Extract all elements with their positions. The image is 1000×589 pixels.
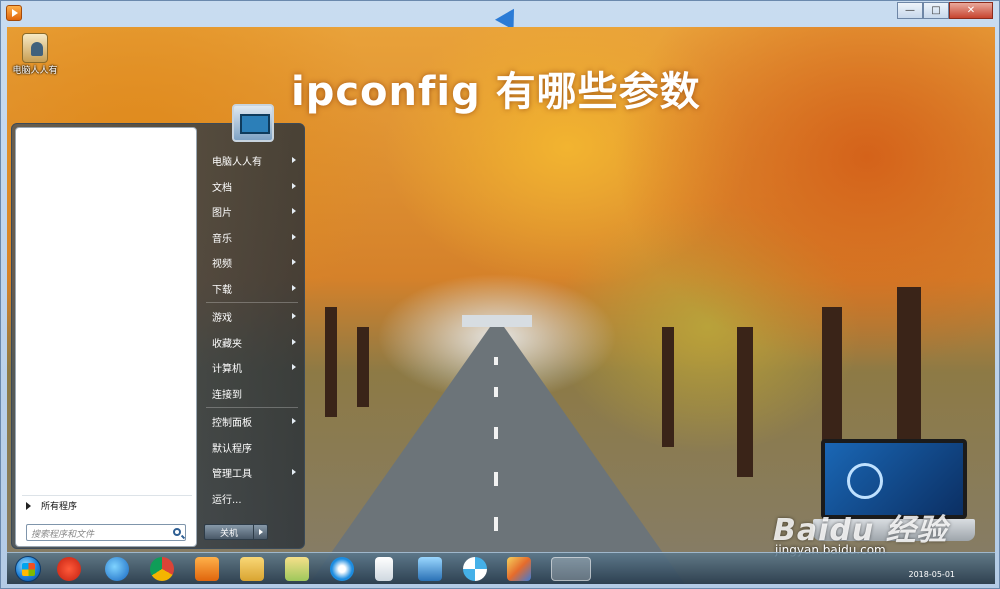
lane-marking <box>494 357 498 365</box>
app-window: — □ ✕ ipconfig 有哪些参数 电脑人人有 所有程序 搜索程序和文件 … <box>0 0 1000 589</box>
menu-item-label: 默认程序 <box>212 443 252 455</box>
menu-item-games[interactable]: 游戏 <box>200 304 304 330</box>
submenu-arrow-icon <box>292 157 296 163</box>
paint-icon[interactable] <box>507 557 531 581</box>
media-player-icon[interactable] <box>195 557 219 581</box>
lane-marking <box>494 387 498 397</box>
window-controls: — □ ✕ <box>897 2 993 19</box>
menu-item-label: 运行... <box>212 494 242 506</box>
shutdown-button[interactable]: 关机 <box>204 524 254 540</box>
menu-item-label: 电脑人人有 <box>212 157 262 169</box>
taskbar: 2018-05-01 <box>7 552 995 584</box>
search-input[interactable]: 搜索程序和文件 <box>26 524 186 541</box>
tree-trunk <box>737 327 753 477</box>
submenu-arrow-icon <box>292 208 296 214</box>
menu-item-label: 文档 <box>212 182 232 194</box>
menu-item-label: 连接到 <box>212 389 242 401</box>
jiang-app-icon[interactable] <box>57 557 81 581</box>
close-button[interactable]: ✕ <box>949 2 993 19</box>
search-placeholder: 搜索程序和文件 <box>31 530 95 540</box>
lane-marking <box>494 472 498 486</box>
menu-item-music[interactable]: 音乐 <box>200 225 304 251</box>
blue-drop-icon[interactable] <box>330 557 354 581</box>
media-player-app-icon[interactable] <box>6 5 22 21</box>
maximize-button[interactable]: □ <box>923 2 949 19</box>
user-picture[interactable] <box>232 104 274 142</box>
all-programs-button[interactable]: 所有程序 <box>22 495 192 515</box>
menu-item-documents[interactable]: 文档 <box>200 174 304 200</box>
menu-item-favorites[interactable]: 收藏夹 <box>200 330 304 356</box>
submenu-arrow-icon <box>292 259 296 265</box>
menu-item-label: 计算机 <box>212 364 242 376</box>
submenu-arrow-icon <box>292 469 296 475</box>
start-menu-programs-pane: 所有程序 搜索程序和文件 <box>15 127 197 547</box>
menu-item-pictures[interactable]: 图片 <box>200 199 304 225</box>
remote-desktop-icon[interactable] <box>418 557 442 581</box>
desktop-screenshot: ipconfig 有哪些参数 电脑人人有 所有程序 搜索程序和文件 电脑人人有 … <box>7 27 995 584</box>
submenu-arrow-icon <box>292 284 296 291</box>
menu-item-control-panel[interactable]: 控制面板 <box>200 409 304 435</box>
taskbar-date: 2018-05-01 <box>908 570 956 579</box>
overlay-title: ipconfig 有哪些参数 <box>291 69 701 115</box>
windows-start-icon[interactable] <box>15 556 41 582</box>
menu-divider <box>206 302 298 303</box>
start-menu-places-pane: 电脑人人有 文档 图片 音乐 视频 下载 游戏 收藏夹 计算机 连接到 控制面板… <box>200 148 304 511</box>
menu-item-label: 图片 <box>212 208 232 220</box>
menu-item-run[interactable]: 运行... <box>200 486 304 512</box>
menu-item-default-programs[interactable]: 默认程序 <box>200 435 304 461</box>
menu-divider <box>206 407 298 408</box>
road-horizon-graphic <box>462 315 532 327</box>
tree-trunk <box>325 307 337 417</box>
start-menu: 所有程序 搜索程序和文件 电脑人人有 文档 图片 音乐 视频 下载 游戏 收藏夹… <box>11 104 305 549</box>
tree-trunk <box>662 327 674 447</box>
menu-item-downloads[interactable]: 下载 <box>200 276 304 302</box>
desktop-shortcut[interactable]: 电脑人人有 <box>9 33 61 76</box>
all-programs-label: 所有程序 <box>41 502 78 512</box>
lane-marking <box>494 427 498 439</box>
menu-item-label: 管理工具 <box>212 469 252 481</box>
menu-item-label: 下载 <box>212 284 232 296</box>
menu-item-label: 控制面板 <box>212 418 252 430</box>
internet-explorer-icon[interactable] <box>105 557 129 581</box>
shutdown-options-button[interactable] <box>254 524 268 540</box>
search-icon[interactable] <box>173 528 181 536</box>
pinwheel-icon[interactable] <box>463 557 487 581</box>
lane-marking <box>494 517 498 531</box>
minimize-button[interactable]: — <box>897 2 923 19</box>
submenu-arrow-icon <box>292 233 296 240</box>
user-folder-icon <box>22 33 48 63</box>
baidu-paw-icon <box>847 463 883 499</box>
file-explorer-icon[interactable] <box>240 557 264 581</box>
arrow-right-icon <box>26 501 31 510</box>
menu-item-label: 游戏 <box>212 313 232 325</box>
menu-item-label: 视频 <box>212 259 232 271</box>
menu-item-label: 收藏夹 <box>212 338 242 350</box>
menu-item-user[interactable]: 电脑人人有 <box>200 148 304 174</box>
menu-item-connect-to[interactable]: 连接到 <box>200 381 304 407</box>
menu-item-videos[interactable]: 视频 <box>200 250 304 276</box>
menu-item-admin-tools[interactable]: 管理工具 <box>200 460 304 486</box>
shutdown-control: 关机 <box>204 524 268 540</box>
desktop-shortcut-label: 电脑人人有 <box>12 66 58 76</box>
submenu-arrow-icon <box>292 418 296 424</box>
submenu-arrow-icon <box>292 313 296 319</box>
menu-item-computer[interactable]: 计算机 <box>200 355 304 381</box>
menu-item-label: 音乐 <box>212 233 232 245</box>
tree-trunk <box>357 327 369 407</box>
submenu-arrow-icon <box>292 364 296 370</box>
submenu-arrow-icon <box>292 338 296 345</box>
submenu-arrow-icon <box>292 182 296 189</box>
game-icon[interactable] <box>551 557 591 581</box>
document-icon[interactable] <box>375 557 393 581</box>
chrome-icon[interactable] <box>150 557 174 581</box>
folder-icon[interactable] <box>285 557 309 581</box>
